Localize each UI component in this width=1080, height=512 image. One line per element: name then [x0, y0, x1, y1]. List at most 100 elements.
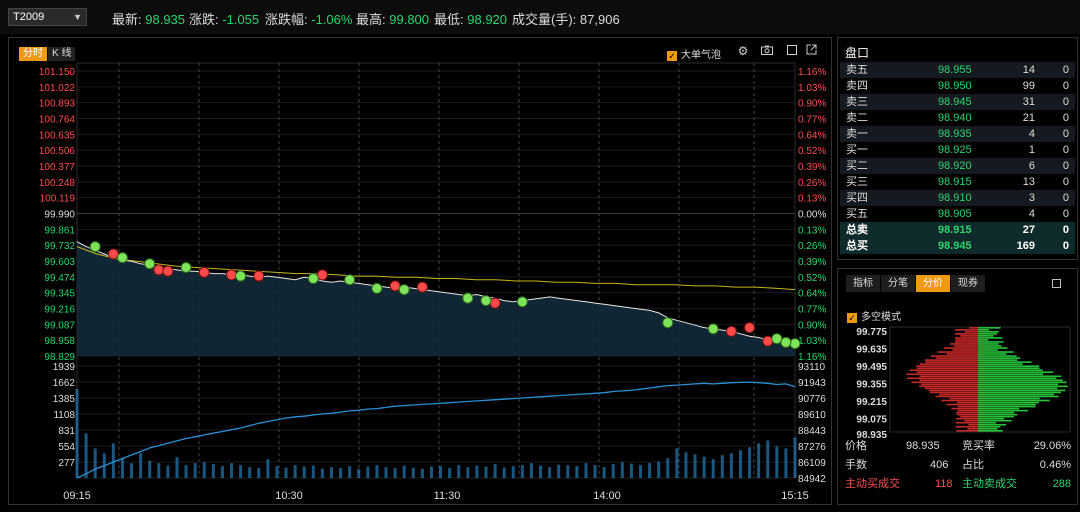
order-level-volume: 27: [1022, 224, 1035, 236]
open-interest-tick-label: 86109: [798, 458, 826, 469]
buy-bubble: [780, 336, 792, 348]
camera-icon[interactable]: [760, 44, 774, 58]
sell-bubble: [107, 248, 119, 260]
order-book-row[interactable]: 买三 98.915 13 0: [840, 174, 1075, 190]
stat-active-sell-label: 主动卖成交: [962, 478, 1017, 490]
order-book-row[interactable]: 卖四 98.950 99 0: [840, 78, 1075, 94]
quote-low: 最低: 98.920: [434, 9, 507, 28]
volume-bar: [75, 388, 79, 478]
sell-volume-bar: [921, 383, 978, 386]
volume-bar: [720, 455, 724, 478]
price-tick-label: 99.216: [44, 305, 75, 316]
sell-volume-bar: [939, 393, 978, 396]
sell-volume-bar: [906, 373, 978, 376]
buy-volume-bar: [978, 339, 989, 341]
order-level-name: 总买: [846, 240, 868, 252]
open-interest-tick-label: 93110: [798, 362, 826, 373]
volume-bar: [375, 465, 379, 478]
intraday-chart[interactable]: 101.150 101.022 100.893 100.764 100.635 100.5…: [9, 38, 831, 504]
buy-bubble: [707, 323, 719, 335]
sell-volume-bar: [924, 387, 978, 390]
order-book-row[interactable]: 卖三 98.945 31 0: [840, 94, 1075, 110]
volume-bar: [366, 466, 370, 478]
volume-bar: [648, 463, 652, 478]
volume-bar: [557, 464, 561, 478]
buy-bubble: [116, 252, 128, 264]
quote-volume-value: 87,906: [579, 12, 620, 27]
quote-pct-value: -1.06%: [311, 12, 353, 27]
sell-volume-bar: [955, 329, 978, 331]
order-book-total-row[interactable]: 总买 98.945 169 0: [840, 238, 1075, 254]
buy-bubble: [516, 296, 528, 308]
buy-volume-bar: [978, 397, 1040, 400]
order-book-row[interactable]: 卖一 98.935 4 0: [840, 126, 1075, 142]
buy-bubble: [480, 295, 492, 307]
sell-volume-bar: [916, 367, 978, 370]
volume-bar: [320, 468, 324, 478]
pct-tick-label: 0.26%: [798, 178, 826, 189]
buy-volume-bar: [978, 373, 1044, 376]
volume-bar: [130, 463, 134, 478]
pct-tick-label: 0.64%: [798, 289, 826, 300]
order-level-change: 0: [1062, 96, 1069, 108]
buy-volume-bar: [978, 389, 1066, 392]
tab-kline[interactable]: K 线: [48, 47, 76, 61]
sell-bubble: [489, 297, 501, 309]
buy-volume-bar: [978, 335, 994, 337]
volume-bar: [157, 463, 161, 478]
order-book-row[interactable]: 卖五 98.955 14 0: [840, 62, 1075, 78]
buy-volume-bar: [978, 331, 999, 333]
sell-volume-bar: [955, 337, 978, 339]
order-level-volume: 14: [1022, 64, 1035, 76]
volume-bar: [584, 463, 588, 478]
order-level-change: 0: [1062, 128, 1069, 140]
order-level-volume: 1: [1028, 144, 1035, 156]
sell-volume-bar: [967, 427, 978, 430]
buy-volume-bar: [978, 413, 1018, 416]
buy-bubble: [235, 270, 247, 282]
buy-volume-bar: [978, 341, 1004, 343]
symbol-select[interactable]: T2009 ▼: [8, 8, 87, 26]
sell-volume-bar: [951, 407, 978, 410]
order-level-name: 卖二: [846, 112, 868, 124]
sell-volume-bar: [960, 335, 978, 337]
tab-intraday[interactable]: 分时: [19, 47, 47, 61]
buy-volume-bar: [978, 337, 1003, 339]
stat-row-active: 主动买成交 118 主动卖成交 288: [838, 475, 1077, 493]
stat-active-buy-value: 118: [935, 478, 953, 490]
order-book-row[interactable]: 买五 98.905 4 0: [840, 206, 1075, 222]
big-order-toggle[interactable]: ✓ 大单气泡: [667, 46, 721, 61]
sell-volume-bar: [919, 385, 978, 388]
buy-volume-bar: [978, 425, 1001, 428]
volume-bar: [729, 453, 733, 478]
sell-volume-bar: [919, 379, 978, 382]
order-book-row[interactable]: 买四 98.910 3 0: [840, 190, 1075, 206]
volume-bar: [638, 465, 642, 478]
price-tick-label: 99.990: [44, 210, 75, 221]
order-book-row[interactable]: 卖二 98.940 21 0: [840, 110, 1075, 126]
volume-bar: [484, 466, 488, 478]
sell-volume-bar: [960, 415, 978, 418]
gear-icon[interactable]: ⚙: [736, 44, 750, 58]
pct-tick-label: 0.00%: [798, 210, 826, 221]
order-book-row[interactable]: 买一 98.925 1 0: [840, 142, 1075, 158]
export-icon[interactable]: [804, 44, 818, 58]
volume-bar: [784, 448, 788, 478]
sell-volume-bar: [930, 355, 978, 357]
volume-bar: [529, 463, 533, 478]
order-level-volume: 13: [1022, 176, 1035, 188]
order-book-row[interactable]: 买二 98.920 6 0: [840, 158, 1075, 174]
buy-bubble: [789, 338, 801, 350]
volume-bar: [448, 468, 452, 478]
square-icon[interactable]: [785, 44, 799, 58]
order-level-name: 卖四: [846, 80, 868, 92]
stat-price-value: 98.935: [906, 440, 940, 452]
order-book-total-row[interactable]: 总卖 98.915 27 0: [840, 222, 1075, 238]
order-level-name: 总卖: [846, 224, 868, 236]
quote-pct-label: 涨跌幅:: [265, 12, 308, 27]
histogram-price-label: 99.775: [856, 327, 887, 338]
buy-volume-bar: [978, 381, 1067, 384]
pct-tick-label: 1.16%: [798, 67, 826, 78]
stat-bid-ratio-label: 竞买率: [962, 440, 995, 452]
quote-last-value: 98.935: [145, 12, 186, 27]
